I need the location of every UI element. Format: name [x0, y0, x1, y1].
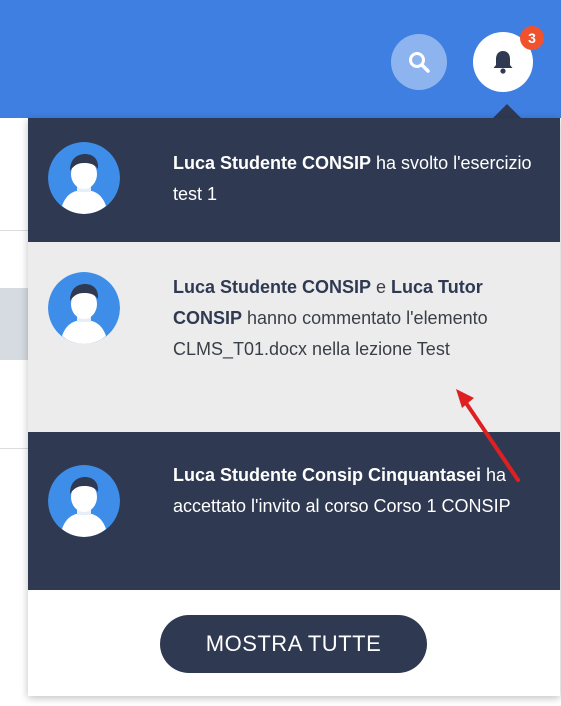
notification-actor: Luca Studente Consip Cinquantasei [173, 465, 482, 485]
bell-icon [493, 51, 513, 74]
notification-item[interactable]: Luca Studente CONSIP ha svolto l'eserciz… [28, 118, 560, 242]
background-divider [0, 230, 30, 231]
background-divider [0, 448, 30, 449]
show-all-button[interactable]: MOSTRA TUTTE [160, 615, 427, 673]
notification-count-badge: 3 [520, 26, 544, 50]
search-button[interactable] [391, 34, 447, 90]
notification-connector: e [371, 277, 392, 297]
user-avatar-icon [48, 465, 120, 537]
dropdown-caret [492, 104, 522, 119]
notification-text: Luca Studente CONSIP ha svolto l'eserciz… [173, 148, 543, 210]
user-avatar-icon [48, 272, 120, 344]
notification-actor: Luca Studente CONSIP [173, 153, 372, 173]
background-panel [0, 288, 30, 360]
notification-actor: Luca Studente CONSIP [173, 277, 372, 297]
search-icon [409, 52, 430, 73]
user-avatar-icon [48, 142, 120, 214]
top-bar [0, 0, 561, 118]
notification-text: Luca Studente CONSIP e Luca Tutor CONSIP… [173, 272, 543, 365]
page: 3 Luca Studente CONSIP ha svolto l'eserc… [0, 0, 561, 706]
annotation-arrow-icon [456, 389, 520, 482]
